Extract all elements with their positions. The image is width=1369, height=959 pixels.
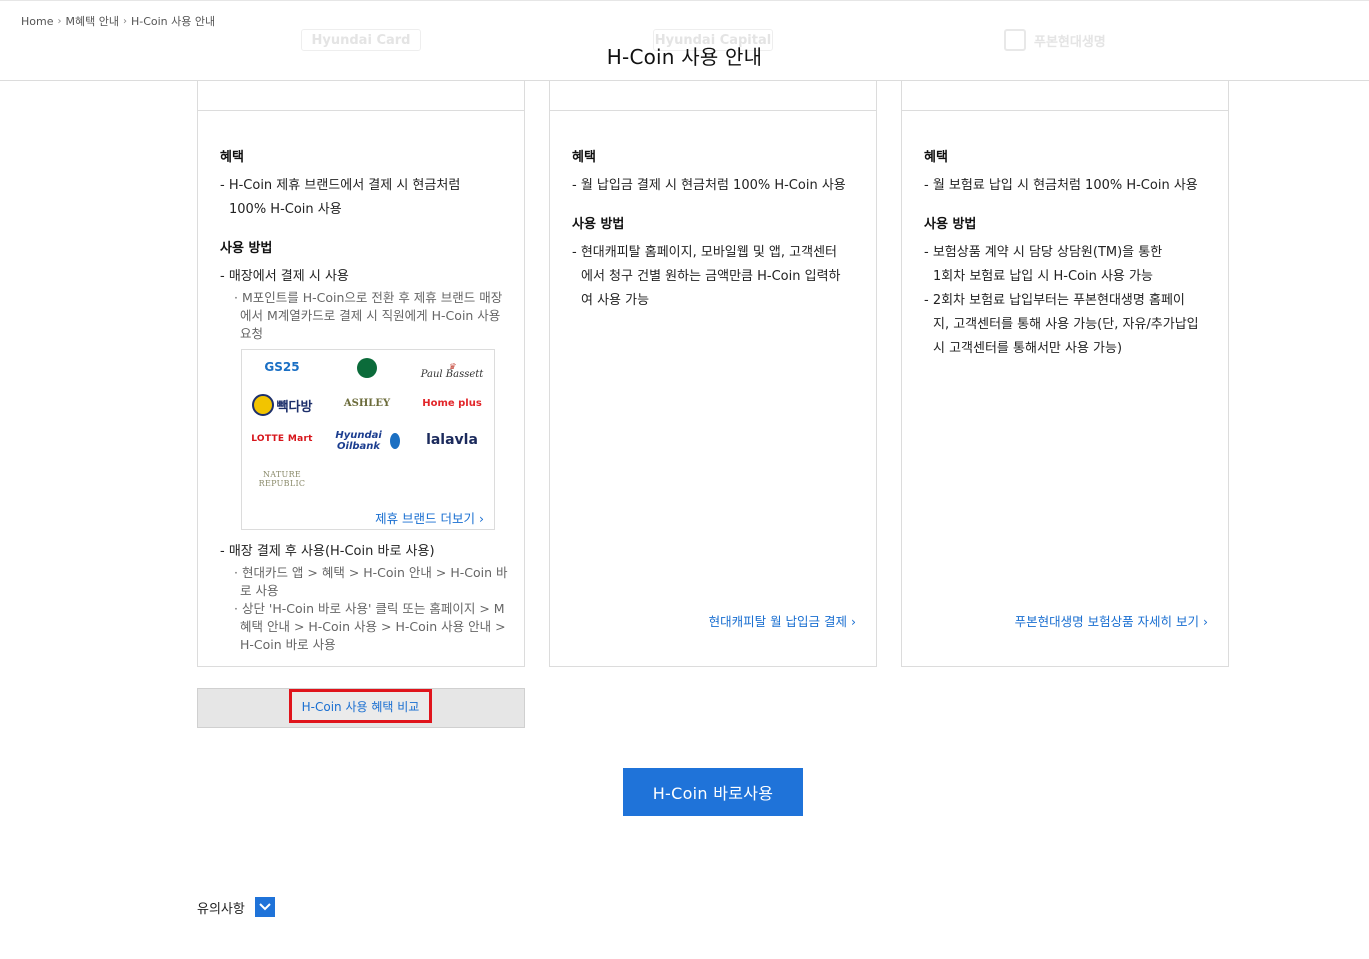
usage-text-first: - 보험상품 계약 시 담당 상담원(TM)을 통한 1회차 보험료 납입 시 … [924, 245, 1163, 284]
benefit-text: - H-Coin 제휴 브랜드에서 결제 시 현금처럼 100% H-Coin … [220, 178, 461, 217]
page-header: Home › M혜택 안내 › H-Coin 사용 안내 Hyundai Car… [0, 0, 1369, 81]
notice-label: 유의사항 [197, 901, 245, 917]
card-divider [198, 110, 524, 111]
fubon-insurance-link[interactable]: 푸본현대생명 보험상품 자세히 보기 › [1015, 611, 1208, 630]
chevron-right-icon: › [57, 15, 62, 27]
usage-method-direct-detail-app: · 현대카드 앱 > 혜택 > H-Coin 안내 > H-Coin 바로 사용 [234, 565, 508, 598]
usage-method-direct: - 매장 결제 후 사용(H-Coin 바로 사용) [220, 544, 435, 559]
chevron-right-icon: › [122, 15, 127, 27]
usage-text-second: - 2회차 보험료 납입부터는 푸본현대생명 홈페이 지, 고객센터를 통해 사… [924, 293, 1199, 356]
compare-bar: H-Coin 사용 혜택 비교 [197, 688, 525, 728]
lotte-mart-logo: LOTTE Mart [251, 434, 313, 444]
card-body: 혜택 - 월 납입금 결제 시 현금처럼 100% H-Coin 사용 사용 방… [572, 149, 862, 313]
paiks-coffee-logo: 빽다방 [247, 394, 317, 416]
usage-title: 사용 방법 [220, 241, 273, 256]
ashley-logo: ASHLEY [343, 398, 391, 409]
more-brands-link[interactable]: 제휴 브랜드 더보기 › [375, 508, 484, 527]
usage-title: 사용 방법 [572, 217, 625, 232]
breadcrumb-home[interactable]: Home [21, 15, 53, 28]
benefit-title: 혜택 [220, 150, 244, 165]
chevron-right-icon: › [1203, 614, 1208, 629]
usage-method-store: - 매장에서 결제 시 사용 [220, 269, 349, 284]
oilbank-icon [390, 433, 400, 449]
compare-benefits-button[interactable]: H-Coin 사용 혜택 비교 [289, 689, 432, 723]
chevron-right-icon: › [479, 511, 484, 526]
usage-method-direct-detail-web: · 상단 'H-Coin 바로 사용' 클릭 또는 홈페이지 > M혜택 안내 … [234, 601, 506, 652]
chevron-down-icon [259, 903, 271, 911]
notice-toggle[interactable] [254, 897, 275, 917]
breadcrumb: Home › M혜택 안내 › H-Coin 사용 안내 [21, 13, 215, 29]
breadcrumb-m-benefit[interactable]: M혜택 안내 [65, 13, 118, 29]
usage-method-store-detail: · M포인트를 H-Coin으로 전환 후 제휴 브랜드 매장에서 M계열카드로… [234, 290, 503, 341]
page-title: H-Coin 사용 안내 [606, 45, 763, 69]
lalavla-logo: lalavla [426, 432, 478, 448]
partner-brand-box: GS25 ♛ Paul Bassett 빽다방 ASHLEY Home plus … [241, 349, 495, 530]
card-body: 혜택 - 월 보험료 납입 시 현금처럼 100% H-Coin 사용 사용 방… [924, 149, 1214, 361]
use-hcoin-now-button[interactable]: H-Coin 바로사용 [623, 768, 803, 816]
card-divider [902, 110, 1228, 111]
breadcrumb-current: H-Coin 사용 안내 [130, 15, 216, 28]
usage-title: 사용 방법 [924, 217, 977, 232]
benefit-title: 혜택 [924, 150, 948, 165]
starbucks-icon [357, 358, 377, 378]
hyundai-oilbank-logo: Hyundai Oilbank [330, 430, 400, 452]
benefit-text: - 월 보험료 납입 시 현금처럼 100% H-Coin 사용 [924, 178, 1198, 193]
starbucks-logo [332, 358, 402, 381]
benefit-text: - 월 납입금 결제 시 현금처럼 100% H-Coin 사용 [572, 178, 846, 193]
paul-bassett-logo: ♛ Paul Bassett [417, 362, 487, 380]
capital-payment-link[interactable]: 현대캐피탈 월 납입금 결제 › [709, 611, 856, 630]
chevron-right-icon: › [851, 614, 856, 629]
usage-text: - 현대캐피탈 홈페이지, 모바일웹 및 앱, 고객센터 에서 청구 건별 원하… [572, 245, 841, 308]
card-fubon-hyundai-life: 혜택 - 월 보험료 납입 시 현금처럼 100% H-Coin 사용 사용 방… [901, 81, 1229, 667]
card-body: 혜택 - H-Coin 제휴 브랜드에서 결제 시 현금처럼 100% H-Co… [220, 149, 510, 654]
homeplus-logo: Home plus [422, 398, 482, 409]
notice-section: 유의사항 [197, 897, 275, 917]
benefit-title: 혜택 [572, 150, 596, 165]
gs25-logo: GS25 [264, 360, 300, 374]
card-divider [550, 110, 876, 111]
card-hyundai-capital: 혜택 - 월 납입금 결제 시 현금처럼 100% H-Coin 사용 사용 방… [549, 81, 877, 667]
nature-republic-logo: NATURE REPUBLIC [258, 470, 306, 488]
card-hyundai-card: 혜택 - H-Coin 제휴 브랜드에서 결제 시 현금처럼 100% H-Co… [197, 81, 525, 667]
paik-face-icon [251, 394, 274, 416]
